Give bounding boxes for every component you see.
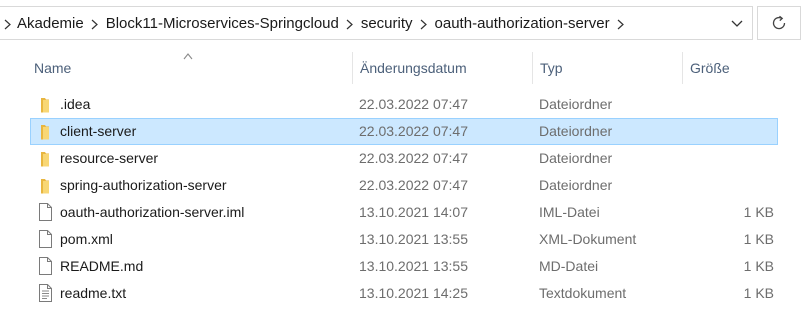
file-modified: 13.10.2021 14:25 — [359, 285, 468, 301]
list-item[interactable]: README.md 13.10.2021 13:55 MD-Datei 1 KB — [30, 253, 778, 280]
file-type: XML-Dokument — [539, 231, 637, 247]
file-type: Textdokument — [539, 285, 627, 301]
breadcrumb-item-oauth-authorization-server[interactable]: oauth-authorization-server — [432, 8, 613, 40]
file-modified: 22.03.2022 07:47 — [359, 177, 468, 193]
file-type: Dateiordner — [539, 96, 613, 112]
file-name: oauth-authorization-server.iml — [60, 204, 245, 220]
chevron-right-icon[interactable] — [0, 8, 14, 40]
list-item-selected[interactable]: client-server 22.03.2022 07:47 Dateiordn… — [30, 118, 778, 145]
file-type: Dateiordner — [539, 177, 613, 193]
refresh-button[interactable] — [757, 6, 801, 40]
file-modified: 13.10.2021 14:07 — [359, 204, 468, 220]
address-bar: Akademie Block11-Microservices-Springclo… — [0, 0, 801, 48]
breadcrumb-item-block11[interactable]: Block11-Microservices-Springcloud — [103, 8, 342, 40]
list-item[interactable]: .idea 22.03.2022 07:47 Dateiordner — [30, 91, 778, 118]
column-divider[interactable] — [682, 52, 683, 84]
file-type: Dateiordner — [539, 123, 613, 139]
folder-icon — [41, 98, 49, 113]
file-modified: 22.03.2022 07:47 — [359, 96, 468, 112]
file-name: spring-authorization-server — [60, 177, 227, 193]
breadcrumb-list: Akademie Block11-Microservices-Springclo… — [0, 7, 629, 41]
chevron-right-icon[interactable] — [613, 8, 629, 40]
file-modified: 13.10.2021 13:55 — [359, 231, 468, 247]
sort-ascending-icon — [183, 53, 193, 60]
file-name: readme.txt — [60, 285, 127, 301]
column-header-modified[interactable]: Änderungsdatum — [360, 52, 467, 84]
file-name: .idea — [60, 96, 91, 112]
column-header-row: Name Änderungsdatum Typ Größe — [0, 52, 801, 84]
list-item[interactable]: spring-authorization-server 22.03.2022 0… — [30, 172, 778, 199]
breadcrumb-item-akademie[interactable]: Akademie — [14, 8, 87, 40]
folder-icon — [41, 125, 49, 140]
file-size: 1 KB — [743, 258, 774, 274]
file-name: pom.xml — [60, 231, 113, 247]
list-item[interactable]: pom.xml 13.10.2021 13:55 XML-Dokument 1 … — [30, 226, 778, 253]
file-icon — [39, 257, 52, 275]
text-file-icon — [39, 284, 52, 302]
refresh-icon — [772, 15, 786, 30]
chevron-right-icon[interactable] — [416, 8, 432, 40]
column-header-name[interactable]: Name — [34, 52, 71, 84]
breadcrumb-item-security[interactable]: security — [358, 8, 416, 40]
column-divider[interactable] — [532, 52, 533, 84]
file-name: README.md — [60, 258, 144, 274]
file-name: client-server — [60, 123, 137, 139]
list-item[interactable]: readme.txt 13.10.2021 14:25 Textdokument… — [30, 280, 778, 307]
column-header-size[interactable]: Größe — [690, 52, 730, 84]
folder-icon — [41, 179, 49, 194]
address-history-dropdown[interactable] — [722, 7, 752, 39]
list-item[interactable]: oauth-authorization-server.iml 13.10.202… — [30, 199, 778, 226]
chevron-right-icon[interactable] — [87, 8, 103, 40]
file-modified: 22.03.2022 07:47 — [359, 123, 468, 139]
file-type: IML-Datei — [539, 204, 600, 220]
folder-icon — [41, 152, 49, 167]
list-item[interactable]: resource-server 22.03.2022 07:47 Dateior… — [30, 145, 778, 172]
file-icon — [39, 203, 52, 221]
column-divider[interactable] — [352, 52, 353, 84]
chevron-down-icon — [731, 20, 743, 27]
file-name: resource-server — [60, 150, 159, 166]
file-size: 1 KB — [743, 231, 774, 247]
breadcrumb[interactable]: Akademie Block11-Microservices-Springclo… — [0, 6, 753, 40]
file-size: 1 KB — [743, 204, 774, 220]
file-type: MD-Datei — [539, 258, 599, 274]
column-header-type[interactable]: Typ — [540, 52, 563, 84]
file-modified: 22.03.2022 07:47 — [359, 150, 468, 166]
file-type: Dateiordner — [539, 150, 613, 166]
file-modified: 13.10.2021 13:55 — [359, 258, 468, 274]
file-size: 1 KB — [743, 285, 774, 301]
file-icon — [39, 230, 52, 248]
chevron-right-icon[interactable] — [342, 8, 358, 40]
